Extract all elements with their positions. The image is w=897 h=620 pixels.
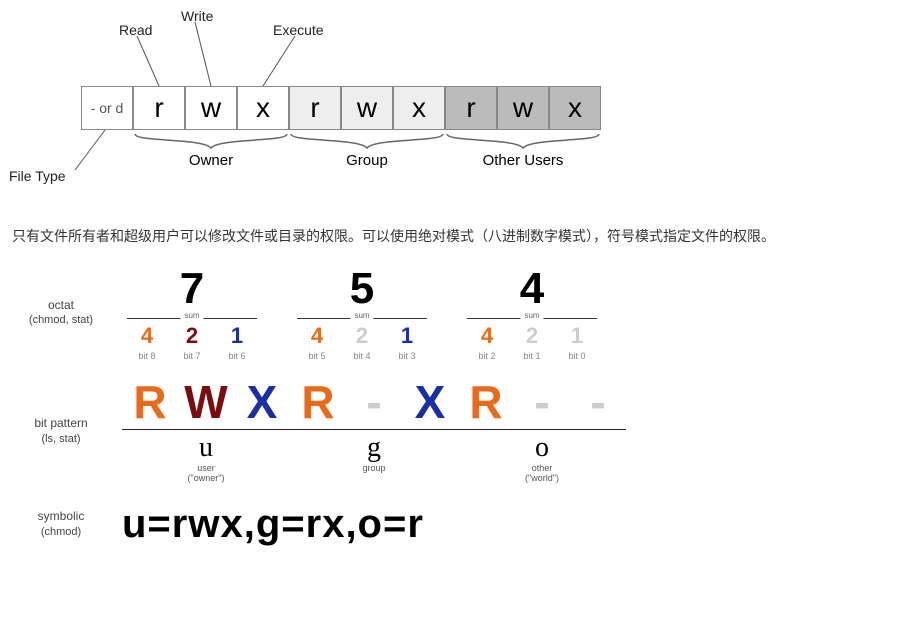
cell-other-w: w: [497, 86, 549, 130]
weight-bit-label: bit 4: [342, 351, 382, 361]
weight-cell: 1 bit 0: [557, 323, 597, 361]
octal-digit-7: 7: [180, 264, 204, 314]
label-write: Write: [181, 8, 213, 24]
ugo-letter: o: [535, 432, 549, 464]
weight-value: 4: [297, 323, 337, 349]
label-filetype: File Type: [9, 168, 66, 184]
group-label-other: Other Users: [483, 152, 564, 169]
cell-owner-w: w: [185, 86, 237, 130]
ugo-sub: other("world"): [525, 464, 559, 484]
weight-cell: 1 bit 3: [387, 323, 427, 361]
weight-value: 2: [172, 323, 212, 349]
octal-group-5: 5 sum 4bit 52bit 41bit 3: [292, 264, 432, 361]
ugo-sub: user("owner"): [188, 464, 225, 484]
cell-other-x: x: [549, 86, 601, 130]
brace-group: Group: [289, 132, 445, 169]
ugo-letter: u: [199, 432, 213, 464]
label-execute: Execute: [273, 22, 324, 38]
cell-filetype: - or d: [81, 86, 133, 130]
weight-value: 1: [387, 323, 427, 349]
weight-bit-label: bit 5: [297, 351, 337, 361]
side-label-octal: octat (chmod, stat): [12, 298, 122, 328]
pattern-letter: -: [346, 379, 402, 425]
weight-bit-label: bit 7: [172, 351, 212, 361]
label-read: Read: [119, 22, 152, 38]
octal-group-4: 4 sum 4bit 22bit 11bit 0: [462, 264, 602, 361]
octal-754-diagram: octat (chmod, stat) 7 sum 4bit 82bit 71b…: [12, 264, 889, 547]
weight-bit-label: bit 8: [127, 351, 167, 361]
weight-value: 4: [467, 323, 507, 349]
octal-digit-4: 4: [520, 264, 544, 314]
cell-group-r: r: [289, 86, 341, 130]
pattern-row: RWXR-XR-- uuser("owner")ggroupoother("wo…: [122, 379, 889, 484]
octal-row: 7 sum 4bit 82bit 71bit 6 5 sum 4bit 52bi…: [122, 264, 889, 361]
weight-cell: 2 bit 1: [512, 323, 552, 361]
symbolic-string: u=rwx,g=rx,o=r: [122, 502, 889, 547]
side-label-pattern: bit pattern (ls, stat): [12, 416, 122, 446]
brace-other: Other Users: [445, 132, 601, 169]
pattern-letter: X: [402, 379, 458, 425]
ugo-sub: group: [362, 464, 385, 474]
permission-cells: - or d r w x r w x r w x: [81, 86, 601, 130]
weight-value: 2: [342, 323, 382, 349]
explanation-paragraph: 只有文件所有者和超级用户可以修改文件或目录的权限。可以使用绝对模式（八进制数字模…: [12, 226, 889, 246]
octal-group-7: 7 sum 4bit 82bit 71bit 6: [122, 264, 262, 361]
pattern-letter: X: [234, 379, 290, 425]
weight-cell: 1 bit 6: [217, 323, 257, 361]
ugo-letter: g: [367, 432, 381, 464]
side-label-symbolic: symbolic (chmod): [12, 509, 122, 539]
pattern-letter: -: [514, 379, 570, 425]
rwx-permission-boxes: Read Write Execute File Type - or d r w …: [63, 8, 603, 218]
group-label-owner: Owner: [189, 152, 233, 169]
group-label-group: Group: [346, 152, 388, 169]
cell-owner-x: x: [237, 86, 289, 130]
pattern-letter: R: [290, 379, 346, 425]
weight-cell: 4 bit 5: [297, 323, 337, 361]
weight-bit-label: bit 3: [387, 351, 427, 361]
pattern-letter: W: [178, 379, 234, 425]
weight-value: 2: [512, 323, 552, 349]
ugo-group: ggroup: [290, 429, 458, 484]
weight-cell: 2 bit 4: [342, 323, 382, 361]
weight-cell: 4 bit 2: [467, 323, 507, 361]
weight-bit-label: bit 2: [467, 351, 507, 361]
cell-group-x: x: [393, 86, 445, 130]
ugo-group: oother("world"): [458, 429, 626, 484]
weight-value: 4: [127, 323, 167, 349]
weight-bit-label: bit 1: [512, 351, 552, 361]
cell-other-r: r: [445, 86, 497, 130]
pattern-letter: -: [570, 379, 626, 425]
weight-bit-label: bit 6: [217, 351, 257, 361]
weight-cell: 4 bit 8: [127, 323, 167, 361]
pattern-letter: R: [122, 379, 178, 425]
weight-value: 1: [217, 323, 257, 349]
pattern-letter: R: [458, 379, 514, 425]
weight-bit-label: bit 0: [557, 351, 597, 361]
brace-owner: Owner: [133, 132, 289, 169]
ugo-group: uuser("owner"): [122, 429, 290, 484]
cell-group-w: w: [341, 86, 393, 130]
weight-value: 1: [557, 323, 597, 349]
cell-owner-r: r: [133, 86, 185, 130]
weight-cell: 2 bit 7: [172, 323, 212, 361]
octal-digit-5: 5: [350, 264, 374, 314]
